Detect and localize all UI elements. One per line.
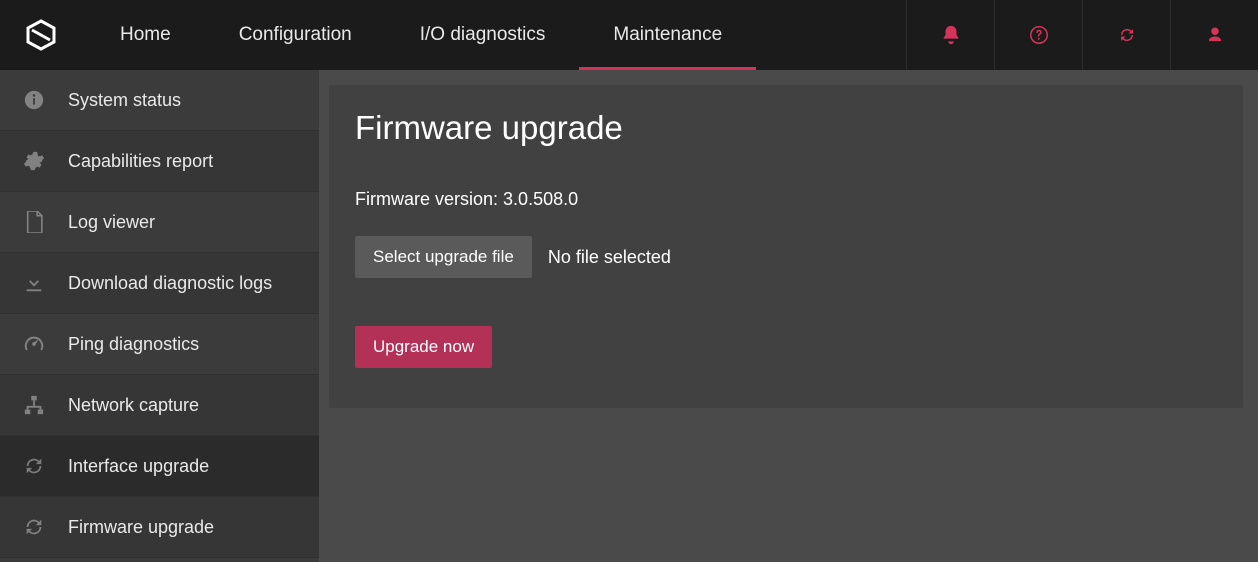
refresh-icon (20, 516, 48, 538)
refresh-icon (20, 455, 48, 477)
help-button[interactable] (994, 0, 1082, 70)
no-file-selected-text: No file selected (548, 247, 671, 268)
logo[interactable] (0, 0, 82, 70)
sidebar-item-label: Interface upgrade (68, 456, 209, 477)
firmware-upgrade-panel: Firmware upgrade Firmware version: 3.0.5… (329, 85, 1243, 408)
firmware-version-label: Firmware version: (355, 189, 498, 209)
nav-label: I/O diagnostics (420, 24, 546, 46)
info-icon (20, 89, 48, 111)
body: System status Capabilities report Log vi… (0, 70, 1258, 562)
logo-icon (25, 19, 57, 51)
refresh-icon (1118, 26, 1136, 44)
nav-io-diagnostics[interactable]: I/O diagnostics (386, 0, 580, 70)
user-button[interactable] (1170, 0, 1258, 70)
select-file-row: Select upgrade file No file selected (355, 236, 1217, 278)
sidebar-item-firmware-upgrade[interactable]: Firmware upgrade (0, 497, 319, 558)
topbar-right (906, 0, 1258, 70)
sidebar-item-label: System status (68, 90, 181, 111)
nav-label: Maintenance (613, 24, 722, 46)
main-content: Firmware upgrade Firmware version: 3.0.5… (319, 70, 1258, 562)
nav-maintenance[interactable]: Maintenance (579, 0, 756, 70)
nav-label: Configuration (239, 24, 352, 46)
refresh-button[interactable] (1082, 0, 1170, 70)
sidebar-item-interface-upgrade[interactable]: Interface upgrade (0, 436, 319, 497)
nav-home[interactable]: Home (82, 0, 205, 70)
sidebar-item-label: Log viewer (68, 212, 155, 233)
sidebar-item-log-viewer[interactable]: Log viewer (0, 192, 319, 253)
bell-icon (940, 24, 962, 46)
sidebar-item-network-capture[interactable]: Network capture (0, 375, 319, 436)
sidebar-item-label: Capabilities report (68, 151, 213, 172)
firmware-version-row: Firmware version: 3.0.508.0 (355, 189, 1217, 210)
primary-nav: Home Configuration I/O diagnostics Maint… (82, 0, 906, 70)
file-icon (20, 211, 48, 233)
sidebar-item-label: Ping diagnostics (68, 334, 199, 355)
button-label: Select upgrade file (373, 247, 514, 267)
sidebar-item-capabilities-report[interactable]: Capabilities report (0, 131, 319, 192)
select-upgrade-file-button[interactable]: Select upgrade file (355, 236, 532, 278)
sidebar: System status Capabilities report Log vi… (0, 70, 319, 562)
firmware-version-value: 3.0.508.0 (503, 189, 578, 209)
gauge-icon (20, 333, 48, 355)
nav-label: Home (120, 24, 171, 46)
alerts-button[interactable] (906, 0, 994, 70)
button-label: Upgrade now (373, 337, 474, 357)
user-icon (1206, 26, 1224, 44)
sidebar-item-label: Download diagnostic logs (68, 273, 272, 294)
sidebar-item-system-status[interactable]: System status (0, 70, 319, 131)
nav-configuration[interactable]: Configuration (205, 0, 386, 70)
question-icon (1030, 26, 1048, 44)
gear-icon (20, 150, 48, 172)
sidebar-item-ping-diagnostics[interactable]: Ping diagnostics (0, 314, 319, 375)
download-icon (20, 272, 48, 294)
page-title: Firmware upgrade (355, 109, 1217, 147)
upgrade-now-button[interactable]: Upgrade now (355, 326, 492, 368)
sidebar-item-label: Network capture (68, 395, 199, 416)
top-bar: Home Configuration I/O diagnostics Maint… (0, 0, 1258, 70)
sidebar-item-download-diagnostic-logs[interactable]: Download diagnostic logs (0, 253, 319, 314)
sidebar-item-label: Firmware upgrade (68, 517, 214, 538)
network-icon (20, 394, 48, 416)
